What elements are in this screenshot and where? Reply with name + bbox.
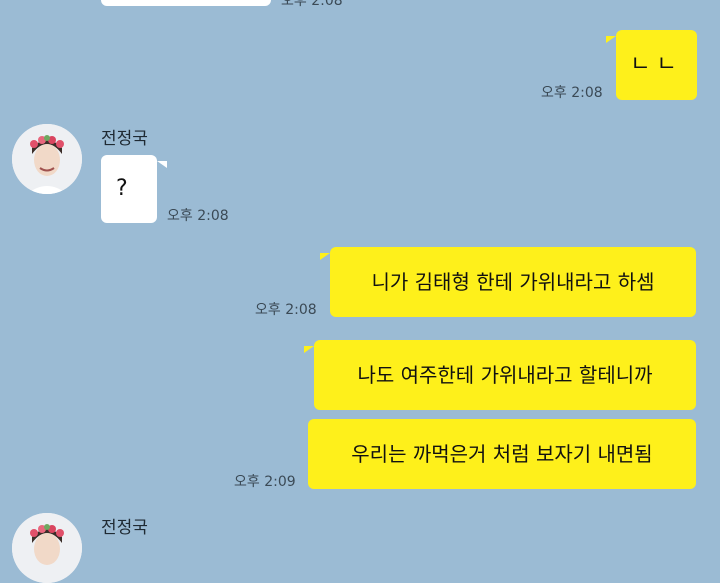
outgoing-message-bubble[interactable]: ㄴㄴ bbox=[616, 30, 697, 100]
incoming-message-bubble[interactable]: ? bbox=[101, 155, 157, 223]
message-text: 니가 김태형 한테 가위내라고 하셈 bbox=[371, 270, 655, 294]
partial-message-time: 오후 2:08 bbox=[281, 0, 343, 9]
message-text: 우리는 까먹은거 처럼 보자기 내면됨 bbox=[351, 442, 653, 466]
bubble-tail bbox=[320, 253, 330, 260]
sender-name: 전정국 bbox=[101, 129, 148, 149]
message-time: 오후 2:08 bbox=[255, 302, 317, 318]
bubble-tail bbox=[157, 161, 167, 168]
bubble-tail bbox=[304, 346, 314, 353]
avatar[interactable] bbox=[12, 513, 82, 583]
message-text: ㄴㄴ bbox=[630, 52, 683, 77]
sender-name: 전정국 bbox=[101, 518, 148, 538]
bubble-tail bbox=[606, 36, 616, 43]
profile-photo-icon bbox=[12, 124, 82, 194]
avatar[interactable] bbox=[12, 124, 82, 194]
message-text: ? bbox=[116, 176, 128, 201]
message-text: 나도 여주한테 가위내라고 할테니까 bbox=[357, 363, 653, 387]
message-time: 오후 2:08 bbox=[541, 85, 603, 101]
partial-incoming-bubble bbox=[101, 0, 271, 6]
outgoing-message-bubble[interactable]: 나도 여주한테 가위내라고 할테니까 bbox=[314, 340, 696, 410]
message-time: 오후 2:08 bbox=[167, 208, 229, 224]
outgoing-message-bubble[interactable]: 우리는 까먹은거 처럼 보자기 내면됨 bbox=[308, 419, 696, 489]
outgoing-message-bubble[interactable]: 니가 김태형 한테 가위내라고 하셈 bbox=[330, 247, 696, 317]
profile-photo-icon bbox=[12, 513, 82, 583]
message-time: 오후 2:09 bbox=[234, 474, 296, 490]
